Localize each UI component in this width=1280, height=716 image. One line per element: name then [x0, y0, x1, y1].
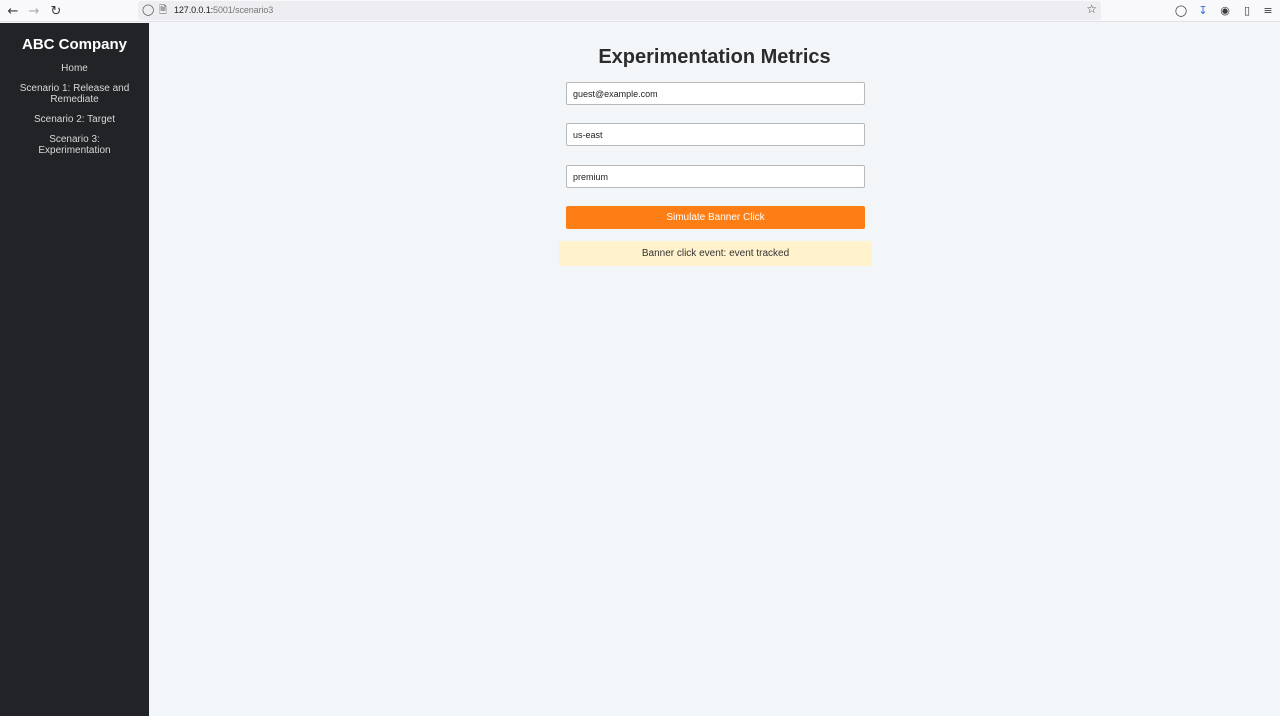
result-text: Banner click event: event tracked	[641, 248, 790, 259]
plan-field[interactable]	[566, 165, 865, 188]
url-path: 5001/scenario3	[213, 5, 274, 15]
pocket-icon[interactable]: ◯	[1174, 3, 1188, 17]
sidebar: ABC Company Home Scenario 1: Release and…	[0, 23, 149, 716]
sidebar-item-scenario-3[interactable]: Scenario 3: Experimentation	[0, 134, 149, 156]
simulate-banner-click-button[interactable]: Simulate Banner Click	[566, 206, 865, 229]
account-icon[interactable]: ◉	[1218, 3, 1232, 17]
result-message: Banner click event: event tracked	[559, 241, 872, 266]
region-field[interactable]	[566, 123, 865, 146]
main-content: Experimentation Metrics Simulate Banner …	[149, 23, 1280, 716]
star-icon[interactable]: ☆	[1086, 2, 1097, 16]
page-icon: 🗎	[159, 5, 168, 16]
forward-arrow-icon[interactable]: →	[25, 2, 43, 20]
sidebar-item-home[interactable]: Home	[0, 63, 149, 74]
address-bar[interactable]: ◯ 🗎 127.0.0.1:5001/scenario3 ☆	[138, 1, 1101, 20]
email-field[interactable]	[566, 82, 865, 105]
brand-title: ABC Company	[21, 36, 127, 53]
download-icon[interactable]: ↧	[1196, 3, 1210, 17]
url-text[interactable]: 127.0.0.1:5001/scenario3	[174, 5, 273, 15]
menu-icon[interactable]: ≡	[1261, 3, 1275, 17]
reload-icon[interactable]: ↻	[47, 2, 65, 20]
sidebar-item-scenario-1[interactable]: Scenario 1: Release and Remediate	[0, 83, 149, 105]
back-arrow-icon[interactable]: ←	[4, 2, 22, 20]
sidebar-nav: Home Scenario 1: Release and Remediate S…	[0, 63, 149, 156]
shield-icon[interactable]: ◯	[142, 3, 154, 16]
url-host: 127.0.0.1:	[174, 5, 214, 15]
sidebar-item-scenario-2[interactable]: Scenario 2: Target	[0, 114, 149, 125]
extensions-icon[interactable]: ▯	[1240, 3, 1254, 17]
browser-toolbar: ← → ↻ ◯ 🗎 127.0.0.1:5001/scenario3 ☆ ◯ ↧…	[0, 0, 1280, 22]
page-title: Experimentation Metrics	[598, 46, 831, 68]
